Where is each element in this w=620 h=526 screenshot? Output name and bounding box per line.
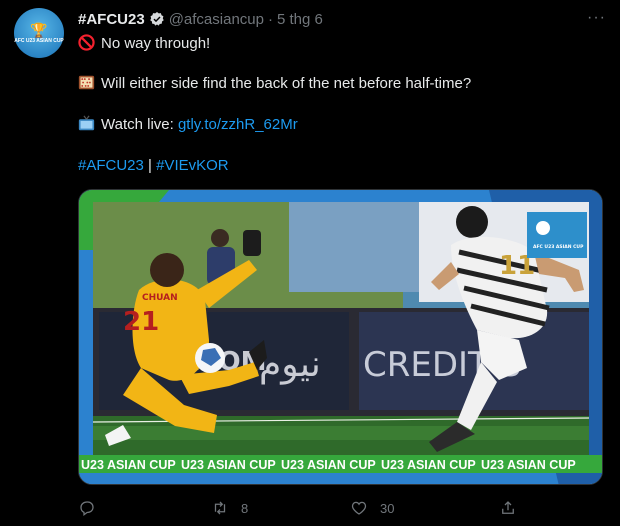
- ticker-text: U23 ASIAN CUP: [281, 458, 376, 472]
- tweet-line-2: Will either side find the back of the ne…: [78, 74, 471, 94]
- separator-dot: ·: [267, 10, 273, 28]
- verified-badge-icon: [149, 12, 164, 26]
- keeper-number: 21: [123, 307, 159, 337]
- match-photo: نيوم NEOM CREDIT S CHUAN 21: [79, 190, 602, 484]
- tweet-header: #AFCU23 @afcasiancup · 5 thg 6 ···: [78, 9, 606, 29]
- abacus-icon: [78, 75, 95, 90]
- handle[interactable]: @afcasiancup: [169, 11, 264, 28]
- tweet-media-image[interactable]: نيوم NEOM CREDIT S CHUAN 21: [78, 189, 603, 485]
- hashtag-afcu23[interactable]: #AFCU23: [78, 157, 144, 174]
- ticker-text-group: U23 ASIAN CUP U23 ASIAN CUP U23 ASIAN CUP U…: [81, 458, 576, 472]
- share-icon: [502, 501, 514, 514]
- tweet-line-1-text: No way through!: [101, 35, 211, 52]
- ticker-text: U23 ASIAN CUP: [181, 458, 276, 472]
- tweet-hashtags: #AFCU23 | #VIEvKOR: [78, 156, 229, 176]
- avatar-text: AFC U23 ASIAN CUP: [14, 37, 64, 44]
- corner-logo-text: AFC U23 ASIAN CUP: [533, 244, 584, 250]
- keeper-name: CHUAN: [142, 293, 178, 303]
- no-entry-icon: [78, 34, 95, 51]
- share-button[interactable]: [499, 494, 517, 522]
- tweet-line-2-text: Will either side find the back of the ne…: [101, 75, 472, 92]
- ticker-text: U23 ASIAN CUP: [81, 458, 176, 472]
- trophy-icon: 🏆: [30, 21, 48, 38]
- avatar[interactable]: 🏆 AFC U23 ASIAN CUP: [14, 8, 64, 58]
- photo-content: نيوم NEOM CREDIT S CHUAN 21: [92, 202, 590, 457]
- hashtag-separator: |: [143, 157, 157, 174]
- reply-icon: [80, 501, 94, 517]
- retweet-count: 8: [241, 500, 249, 516]
- display-name[interactable]: #AFCU23: [78, 11, 145, 28]
- tweet-actions: 8 30: [78, 494, 598, 522]
- tweet-line-1: No way through!: [78, 34, 210, 54]
- tv-icon: [78, 115, 95, 131]
- reply-button[interactable]: [78, 494, 96, 522]
- ticker-text: U23 ASIAN CUP: [481, 458, 576, 472]
- like-button[interactable]: 30: [350, 494, 394, 522]
- ticker-text: U23 ASIAN CUP: [381, 458, 476, 472]
- retweet-icon: [214, 501, 226, 515]
- hashtag-viekor[interactable]: #VIEvKOR: [156, 157, 229, 174]
- tweet-date[interactable]: 5 thg 6: [277, 11, 323, 28]
- corner-logo: AFC U23 ASIAN CUP: [527, 212, 587, 258]
- board-arabic-text: نيوم: [259, 344, 321, 385]
- like-count: 30: [380, 500, 395, 516]
- tweet-line-3: Watch live: gtly.to/zzhR_62Mr: [78, 115, 298, 135]
- watch-live-prefix: Watch live:: [101, 116, 178, 133]
- watch-live-link[interactable]: gtly.to/zzhR_62Mr: [178, 116, 298, 133]
- more-options-icon[interactable]: ···: [587, 9, 606, 27]
- heart-icon: [351, 501, 367, 515]
- retweet-button[interactable]: 8: [211, 494, 248, 522]
